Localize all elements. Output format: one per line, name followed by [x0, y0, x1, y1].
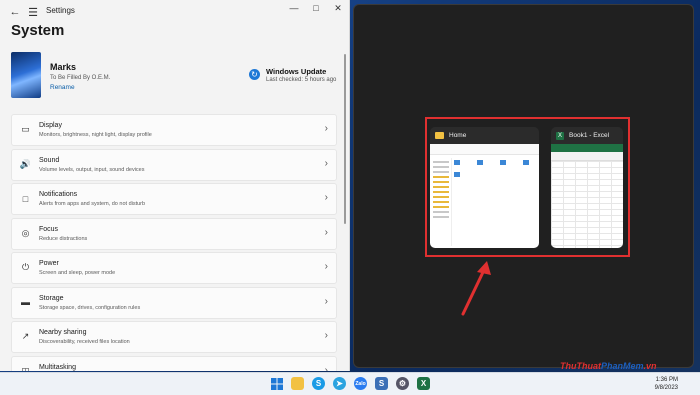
scrollbar[interactable] [344, 54, 346, 224]
item-desc: Discoverability, received files location [39, 339, 130, 345]
maximize-button[interactable]: □ [305, 0, 327, 16]
chevron-right-icon: › [324, 123, 328, 134]
item-desc: Reduce distractions [39, 235, 88, 242]
update-last-checked: Last checked: 5 hours ago [266, 77, 337, 83]
chevron-right-icon: › [324, 330, 328, 341]
page-title: System [11, 22, 65, 39]
excel-taskbar-icon[interactable]: X [417, 377, 430, 390]
power-icon: ⏻ [21, 262, 30, 272]
settings-item-storage[interactable]: ▬ Storage Storage space, drives, configu… [11, 286, 337, 319]
back-arrow-icon[interactable]: ← [8, 5, 22, 19]
app-title: Settings [46, 6, 75, 15]
item-label: Focus [39, 225, 59, 233]
settings-item-nearby-sharing[interactable]: ↗ Nearby sharing Discoverability, receiv… [11, 321, 337, 353]
watermark-part: ThuThuat [560, 361, 601, 371]
avatar [11, 52, 41, 98]
item-label: Sound [39, 156, 60, 164]
file-explorer-taskbar-icon[interactable] [291, 377, 304, 390]
display-icon: ▭ [21, 124, 30, 134]
chevron-right-icon: › [324, 261, 328, 272]
refresh-icon: ↻ [249, 69, 260, 80]
item-desc: Storage space, drives, configuration rul… [39, 304, 141, 311]
settings-item-notifications[interactable]: □ Notifications Alerts from apps and sys… [11, 183, 337, 215]
user-name: Marks [50, 62, 77, 72]
clock-date: 9/8/2023 [654, 385, 678, 391]
window-controls: — □ ✕ [283, 0, 349, 16]
watermark: ThuThuatPhanMem.vn [560, 361, 657, 371]
chevron-right-icon: › [324, 364, 328, 372]
rename-link[interactable]: Rename [50, 84, 75, 91]
item-label: Notifications [39, 191, 78, 198]
profile-section: Marks To Be Filled By O.E.M. Rename ↻ Wi… [11, 52, 341, 102]
storage-icon: ▬ [21, 297, 30, 307]
settings-item-focus[interactable]: ◎ Focus Reduce distractions › [11, 217, 337, 250]
org-text: To Be Filled By O.E.M. [50, 75, 111, 81]
close-button[interactable]: ✕ [327, 0, 349, 16]
title-bar: ← ☰ Settings — □ ✕ [0, 0, 349, 24]
sound-icon: 🔊 [19, 158, 32, 169]
item-label: Storage [39, 294, 64, 302]
settings-item-power[interactable]: ⏻ Power Screen and sleep, power mode › [11, 252, 337, 284]
item-label: Nearby sharing [39, 329, 87, 336]
skype-taskbar-icon[interactable]: S [312, 377, 325, 390]
chevron-right-icon: › [324, 192, 328, 203]
system-clock[interactable]: 1:36 PM 9/8/2023 [655, 376, 678, 392]
item-label: Multitasking [39, 363, 76, 371]
item-desc: Volume levels, output, input, sound devi… [39, 166, 145, 173]
notifications-icon: □ [22, 193, 29, 204]
watermark-part: .vn [643, 361, 657, 371]
clock-time: 1:36 PM [655, 377, 678, 383]
settings-item-display[interactable]: ▭ Display Monitors, brightness, night li… [11, 114, 337, 146]
settings-item-multitasking[interactable]: ◫ Multitasking › [11, 355, 337, 372]
item-label: Power [39, 260, 59, 267]
item-desc: Monitors, brightness, night light, displ… [39, 132, 152, 138]
settings-window: ← ☰ Settings — □ ✕ System Marks To Be Fi… [0, 0, 350, 371]
telegram-taskbar-icon[interactable]: ➤ [333, 377, 346, 390]
start-icon[interactable] [270, 377, 283, 390]
minimize-button[interactable]: — [283, 0, 305, 16]
hamburger-menu-icon[interactable]: ☰ [26, 5, 40, 19]
item-label: Display [39, 122, 62, 129]
multitasking-icon: ◫ [21, 365, 30, 372]
taskbar: S ➤ Zalo S ⚙ X 1:36 PM 9/8/2023 [0, 372, 700, 395]
pointer-arrow-icon [461, 261, 491, 316]
highlight-box [425, 117, 630, 257]
windows-update-status[interactable]: ↻ Windows Update Last checked: 5 hours a… [249, 66, 349, 94]
chevron-right-icon: › [324, 157, 328, 169]
settings-item-sound[interactable]: 🔊 Sound Volume levels, output, input, so… [11, 148, 337, 181]
item-desc: Screen and sleep, power mode [39, 270, 116, 276]
chevron-right-icon: › [324, 226, 328, 238]
zalo-taskbar-icon[interactable]: Zalo [354, 377, 367, 390]
item-desc: Alerts from apps and system, do not dist… [39, 201, 146, 207]
share-icon: ↗ [21, 331, 30, 341]
focus-icon: ◎ [21, 227, 30, 238]
snagit-taskbar-icon[interactable]: S [375, 377, 388, 390]
chevron-right-icon: › [324, 295, 328, 307]
settings-list: ▭ Display Monitors, brightness, night li… [11, 114, 337, 371]
watermark-part: PhanMem [601, 361, 644, 371]
settings-taskbar-icon[interactable]: ⚙ [396, 377, 409, 390]
update-title: Windows Update [266, 67, 327, 76]
